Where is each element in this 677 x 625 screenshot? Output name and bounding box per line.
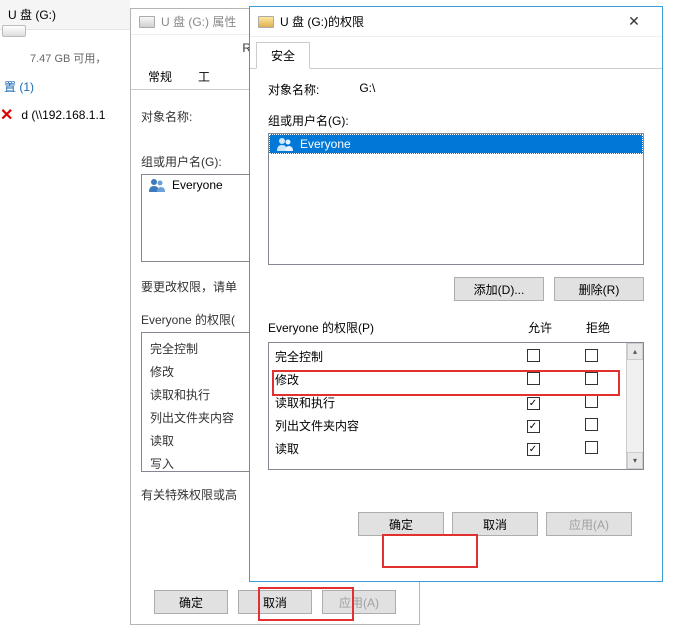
permissions-titlebar[interactable]: U 盘 (G:)的权限 ✕ <box>250 7 662 37</box>
error-icon: ✕ <box>0 105 13 125</box>
permission-row: 完全控制 <box>275 345 620 368</box>
deny-checkbox[interactable] <box>585 395 598 408</box>
deny-checkbox[interactable] <box>585 441 598 454</box>
deny-checkbox[interactable] <box>585 372 598 385</box>
permissions-for-label: Everyone 的权限(P) <box>268 319 511 336</box>
col-allow: 允许 <box>511 319 569 336</box>
group-listbox[interactable]: Everyone <box>268 133 644 265</box>
apply-button[interactable]: 应用(A) <box>546 512 632 536</box>
permission-name: 修改 <box>275 371 504 388</box>
object-name-value: G:\ <box>359 81 375 98</box>
permission-row: 列出文件夹内容 <box>275 414 620 437</box>
device-group-heading: 置 (1) <box>0 68 130 99</box>
allow-checkbox[interactable] <box>527 372 540 385</box>
cancel-button[interactable]: 取消 <box>238 590 312 614</box>
permission-name: 读取和执行 <box>275 394 504 411</box>
scroll-down[interactable]: ▾ <box>627 452 643 469</box>
group-item-everyone[interactable]: Everyone <box>269 134 643 154</box>
ok-button[interactable]: 确定 <box>358 512 444 536</box>
ok-button[interactable]: 确定 <box>154 590 228 614</box>
group-item-label: Everyone <box>300 137 351 151</box>
allow-checkbox[interactable] <box>527 397 540 410</box>
drive-icon <box>2 25 26 37</box>
scroll-up[interactable]: ▴ <box>627 343 643 360</box>
permission-row: 读取 <box>275 437 620 460</box>
tab-general[interactable]: 常规 <box>135 63 185 89</box>
groups-label: 组或用户名(G): <box>268 112 644 129</box>
add-button[interactable]: 添加(D)... <box>454 277 544 301</box>
permissions-table: 完全控制修改读取和执行列出文件夹内容读取 ▴ ▾ <box>268 342 644 470</box>
scroll-track[interactable] <box>627 360 643 452</box>
permission-name: 列出文件夹内容 <box>275 417 504 434</box>
permissions-dialog: U 盘 (G:)的权限 ✕ 安全 对象名称: G:\ 组或用户名(G): Eve… <box>249 6 663 582</box>
col-deny: 拒绝 <box>569 319 627 336</box>
apply-button[interactable]: 应用(A) <box>322 590 396 614</box>
scrollbar[interactable]: ▴ ▾ <box>626 343 643 469</box>
permission-row: 修改 <box>275 368 620 391</box>
object-name-label: 对象名称: <box>268 81 319 98</box>
deny-checkbox[interactable] <box>585 349 598 362</box>
users-icon <box>148 178 166 192</box>
remove-button[interactable]: 删除(R) <box>554 277 644 301</box>
permission-name: 读取 <box>275 440 504 457</box>
permissions-title: U 盘 (G:)的权限 <box>280 13 608 30</box>
drive-icon <box>139 16 155 28</box>
close-button[interactable]: ✕ <box>614 13 654 30</box>
explorer-background: U 盘 (G:) 7.47 GB 可用， 置 (1) ✕ d (\\192.16… <box>0 0 130 625</box>
tab-tools[interactable]: 工 <box>185 63 223 89</box>
permission-name: 完全控制 <box>275 348 504 365</box>
permission-row: 读取和执行 <box>275 391 620 414</box>
properties-title: U 盘 (G:) 属性 <box>161 13 236 30</box>
allow-checkbox[interactable] <box>527 349 540 362</box>
cancel-button[interactable]: 取消 <box>452 512 538 536</box>
network-drive-item[interactable]: ✕ d (\\192.168.1.1 <box>0 99 130 131</box>
permissions-tabstrip: 安全 <box>250 37 662 69</box>
drive-title: U 盘 (G:) <box>8 8 56 22</box>
folder-icon <box>258 16 274 28</box>
allow-checkbox[interactable] <box>527 443 540 456</box>
network-drive-label: d (\\192.168.1.1 <box>21 108 105 122</box>
deny-checkbox[interactable] <box>585 418 598 431</box>
user-label: Everyone <box>172 178 223 192</box>
users-icon <box>276 137 294 151</box>
allow-checkbox[interactable] <box>527 420 540 433</box>
tab-security[interactable]: 安全 <box>256 42 310 69</box>
